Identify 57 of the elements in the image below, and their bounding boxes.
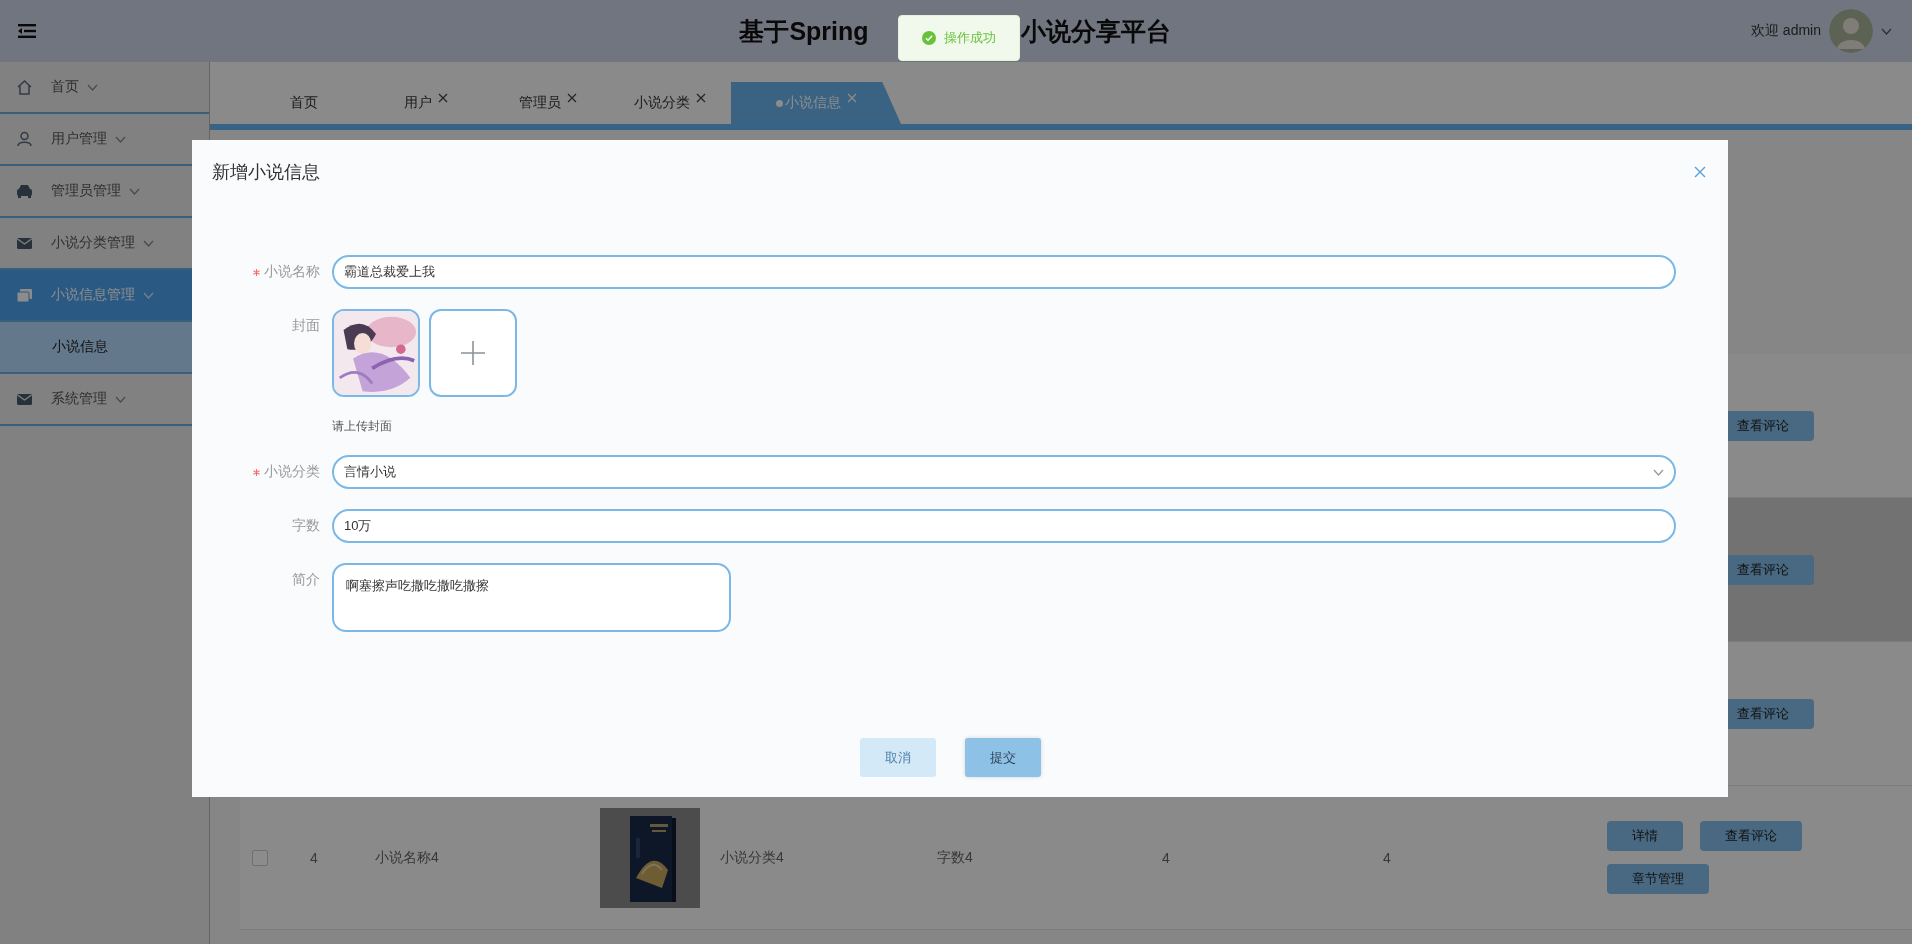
action-button[interactable]: 查看评论 [1700,821,1802,851]
input-field[interactable]: 霸道总裁爱上我 [332,255,1676,289]
field-label: 小说分类 [264,463,320,481]
field-label: 小说名称 [264,263,320,281]
table-cell-text: 4 [1161,849,1170,866]
close-icon[interactable] [567,93,577,103]
tab[interactable]: 用户 [365,82,487,124]
tab[interactable]: 小说分类 [609,82,731,124]
chevron-icon [143,239,154,247]
table-cell-text: 4 [1382,849,1391,866]
tab[interactable]: 管理员 [487,82,609,124]
app-title: 小说分享平台 [1020,15,1171,47]
input-field[interactable]: 10万 [332,509,1676,543]
user-icon [16,131,33,147]
close-icon[interactable] [438,93,448,103]
table-cell-text: 4 [309,849,318,866]
chevron-icon [115,395,126,403]
tab[interactable]: 小说信息 [731,82,901,124]
field-label: 字数 [292,517,320,535]
table-cell-text: 小说分类4 [719,848,784,867]
plus-icon [460,340,486,366]
field-label: 简介 [292,571,320,589]
chevron-icon [1881,27,1892,35]
table-cell-text: 字数4 [936,848,973,867]
field-label: 封面 [292,317,320,335]
home-icon [16,79,33,95]
toast-message: 操作成功 [944,29,996,47]
row-checkbox[interactable] [252,849,268,866]
table-cell-text: 小说名称4 [374,848,439,867]
select-field[interactable]: 言情小说 [332,455,1676,489]
app-title: 基于Spring [739,15,869,47]
chevron-icon [87,83,98,91]
dialog-title: 新增小说信息 [212,161,320,184]
upload-hint: 请上传封面 [332,418,393,435]
close-icon[interactable] [696,93,706,103]
active-dot [775,99,783,107]
action-button[interactable]: 章节管理 [1607,864,1709,894]
chevron-icon [129,187,140,195]
submit-button[interactable]: 提交 [964,738,1041,777]
cancel-button[interactable]: 取消 [859,738,936,777]
menu-icon[interactable] [18,23,36,39]
envelope-icon [16,391,33,407]
chevron-icon [143,291,154,299]
chevron-icon [1653,468,1664,476]
documents-icon [16,287,33,303]
avatar-icon[interactable] [1829,9,1873,53]
welcome-text: 欢迎 admin [1750,22,1821,40]
envelope-icon [16,235,33,251]
action-button[interactable]: 详情 [1607,821,1683,851]
tab[interactable]: 首页 [243,82,365,124]
check-circle-icon [922,31,936,45]
close-icon[interactable] [1694,166,1706,178]
sidebar-item[interactable]: 首页 [0,62,209,114]
upload-button[interactable] [429,309,517,397]
car-icon [16,183,33,199]
chevron-icon [115,135,126,143]
text-area[interactable]: 啊塞擦声吃撒吃撒吃撒擦 [332,563,731,632]
